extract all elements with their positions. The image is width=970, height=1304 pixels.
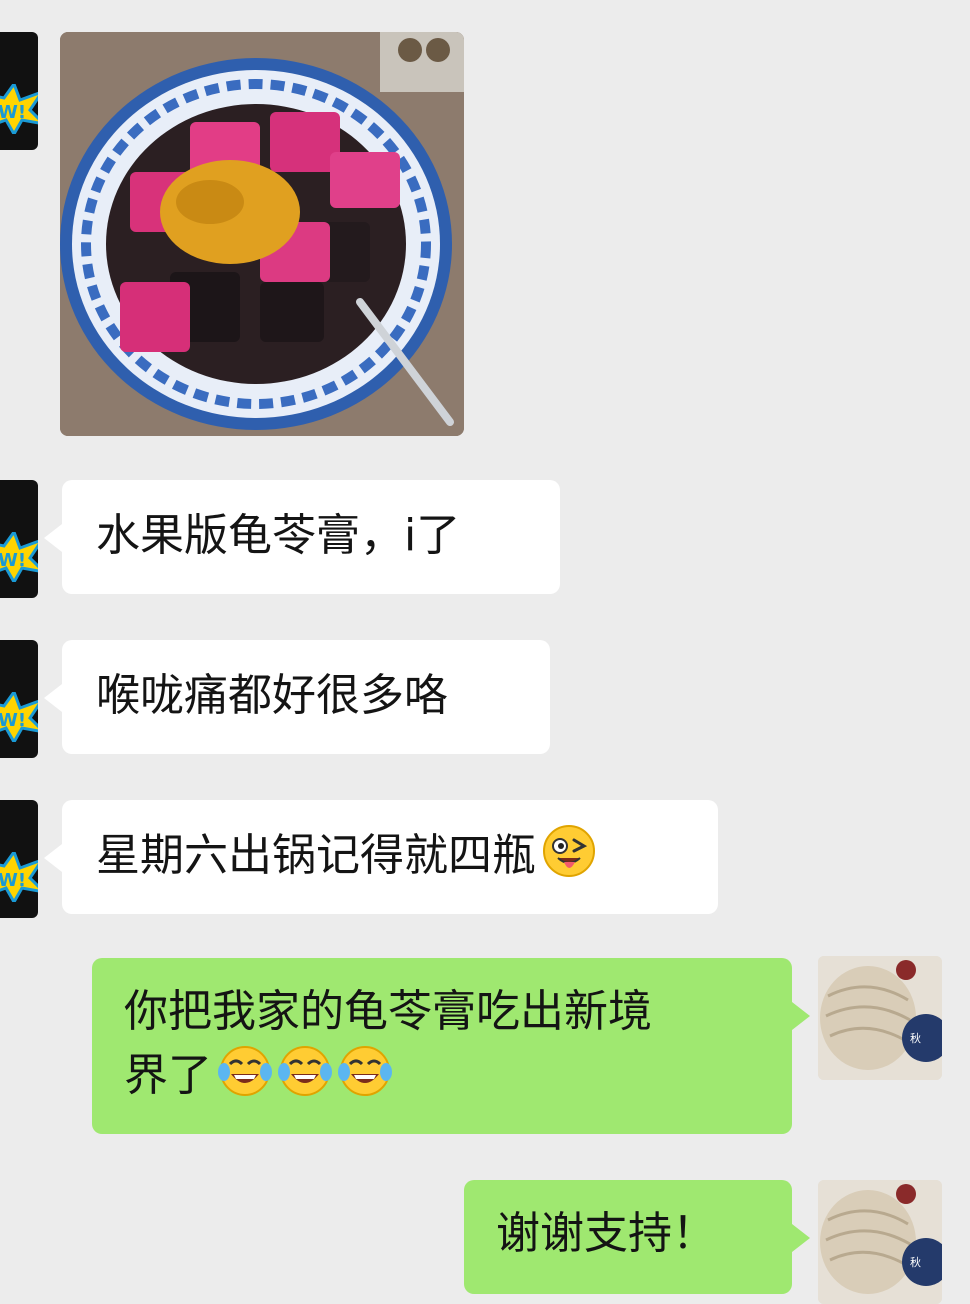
my-avatar[interactable]: 秋 [818,956,942,1080]
message-bubble-incoming[interactable]: 水果版龟苓膏，i了 [44,480,560,594]
guiling-jelly-photo [60,32,464,436]
winking-tongue-emoji-icon [543,825,595,877]
message-text: 谢谢支持！ [496,1208,716,1259]
message-bubble-incoming[interactable]: 喉咙痛都好很多咯 [44,640,550,754]
message-text-line-2: 界了 [124,1044,762,1108]
svg-text:W!: W! [0,870,26,891]
svg-text:W!: W! [0,102,26,123]
contact-avatar[interactable]: W! [0,32,38,150]
contact-avatar[interactable]: W! [0,640,38,758]
tears-of-joy-emoji-icon [218,1046,272,1096]
my-avatar[interactable]: 秋 [818,1180,942,1304]
message-bubble-incoming[interactable]: 星期六出锅记得就四瓶 [44,800,718,914]
contact-avatar[interactable]: W! [0,480,38,598]
message-text: 界了 [124,1050,212,1101]
message-text: 水果版龟苓膏，i了 [96,510,461,561]
svg-text:W!: W! [0,710,26,731]
svg-text:W!: W! [0,550,26,571]
tears-of-joy-emoji-icon [278,1046,332,1096]
bread-photo-avatar: 秋 [818,1180,942,1304]
message-text: 喉咙痛都好很多咯 [96,670,448,721]
message-text-line-1: 你把我家的龟苓膏吃出新境 [124,986,652,1037]
comic-burst-icon: W! [0,532,38,582]
bread-photo-avatar: 秋 [818,956,942,1080]
svg-text:秋: 秋 [910,1031,921,1045]
comic-burst-icon: W! [0,84,38,134]
comic-burst-icon: W! [0,692,38,742]
svg-text:秋: 秋 [910,1255,921,1269]
food-photo-message[interactable] [60,32,464,436]
message-text: 星期六出锅记得就四瓶 [96,830,536,881]
message-bubble-outgoing[interactable]: 你把我家的龟苓膏吃出新境 界了 [92,958,810,1134]
message-bubble-outgoing[interactable]: 谢谢支持！ [464,1180,810,1294]
tears-of-joy-emoji-icon [338,1046,392,1096]
contact-avatar[interactable]: W! [0,800,38,918]
comic-burst-icon: W! [0,852,38,902]
message-text-line: 星期六出锅记得就四瓶 [96,824,688,888]
